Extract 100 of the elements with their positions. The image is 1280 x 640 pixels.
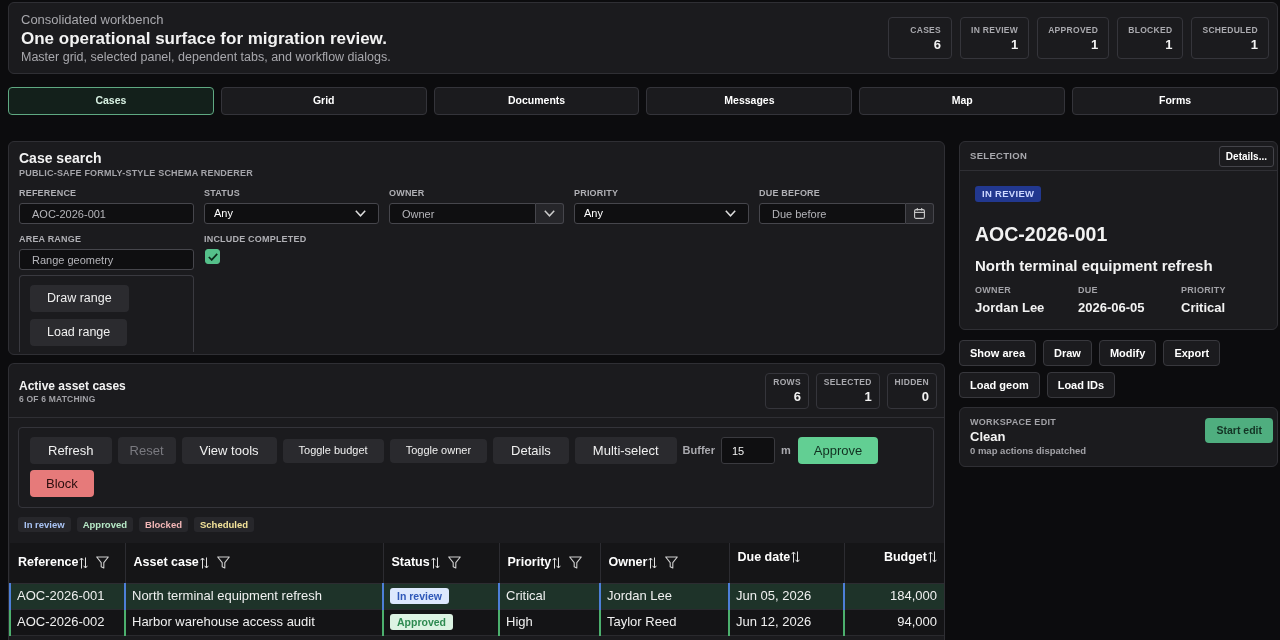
- date-field[interactable]: Due before: [759, 203, 906, 224]
- table-row[interactable]: AOC-2026-001 North terminal equipment refresh In review Critical Jordan Lee Jun 05, 2026 184,000: [10, 583, 944, 609]
- stat-value: 1: [1090, 36, 1099, 53]
- status-tag: IN REVIEW: [975, 186, 1042, 202]
- case-reference: AOC-2026-001: [975, 221, 1109, 246]
- select-dropdown[interactable]: Any: [204, 203, 379, 224]
- filter-icon[interactable]: [447, 556, 461, 570]
- action-button[interactable]: Load geom: [959, 372, 1040, 398]
- field-label: DUE BEFORE: [759, 187, 821, 199]
- action-button[interactable]: Draw: [1043, 340, 1092, 366]
- status-tag: In review: [390, 588, 449, 605]
- stat-value: 0: [920, 388, 929, 405]
- field-label: PRIORITY: [574, 187, 620, 199]
- toolbar-button[interactable]: Multi-select: [574, 437, 677, 464]
- sort-icon[interactable]: [648, 556, 658, 569]
- field-label: Buffer: [682, 443, 715, 459]
- panel-title: Case search: [19, 149, 103, 167]
- legend-tag: Scheduled: [194, 517, 255, 532]
- panel-subtitle: 6 OF 6 MATCHING: [19, 393, 97, 404]
- sort-icon[interactable]: [552, 556, 562, 569]
- meta-label: PRIORITY: [1181, 284, 1227, 296]
- sort-icon[interactable]: [791, 551, 801, 564]
- stat-value: 1: [1009, 36, 1019, 53]
- action-button[interactable]: Export: [1163, 340, 1221, 366]
- tab[interactable]: Messages: [646, 87, 853, 115]
- action-button[interactable]: Show area: [959, 340, 1037, 366]
- field-label: REFERENCE: [19, 187, 78, 199]
- range-button[interactable]: Load range: [30, 319, 128, 346]
- table-cell: Harbor warehouse access audit: [125, 609, 383, 635]
- toolbar-button[interactable]: Refresh: [30, 437, 112, 464]
- stat-label: APPROVED: [1048, 25, 1099, 36]
- details-button[interactable]: Details...: [1218, 145, 1274, 167]
- range-button[interactable]: Draw range: [30, 285, 129, 312]
- buffer-field[interactable]: 15: [720, 437, 775, 464]
- stat-label: HIDDEN: [894, 377, 929, 388]
- action-button[interactable]: Load IDs: [1046, 372, 1116, 398]
- table-row[interactable]: AOC-2026-002 Harbor warehouse access audit Approved High Taylor Reed Jun 12, 2026 94,000: [10, 609, 944, 635]
- sort-icon[interactable]: [928, 551, 937, 564]
- meta-label: OWNER: [975, 284, 1012, 296]
- tab[interactable]: Grid: [220, 87, 427, 115]
- checkbox[interactable]: [205, 249, 220, 264]
- stat-label: CASES: [909, 25, 942, 36]
- stat-value: 1: [863, 388, 872, 405]
- filter-icon[interactable]: [96, 556, 110, 570]
- text-field[interactable]: AOC-2026-001: [19, 203, 194, 224]
- stat-value: 6: [932, 36, 942, 53]
- sort-icon[interactable]: [79, 556, 89, 569]
- calendar-icon: [914, 208, 925, 219]
- meta-value: 2026-06-05: [1078, 298, 1146, 316]
- tab[interactable]: Cases: [8, 87, 214, 115]
- stat-label: SCHEDULED: [1202, 25, 1258, 36]
- workspace-note: 0 map actions dispatched: [970, 445, 1087, 457]
- tab[interactable]: Forms: [1072, 87, 1278, 115]
- field-label: AREA RANGE: [19, 233, 83, 245]
- column-header[interactable]: Owner: [608, 553, 648, 573]
- start-edit-button[interactable]: Start edit: [1205, 418, 1273, 443]
- meta-value: Critical: [1181, 298, 1227, 316]
- sort-icon[interactable]: [430, 556, 440, 569]
- tab[interactable]: Documents: [433, 87, 640, 115]
- filter-icon[interactable]: [216, 556, 230, 570]
- tab[interactable]: Map: [859, 87, 1066, 115]
- legend-tag: In review: [18, 517, 71, 532]
- table-cell: Jun 12, 2026: [729, 609, 844, 635]
- stat-value: 1: [1164, 36, 1173, 53]
- panel-title: WORKSPACE EDIT: [970, 417, 1058, 428]
- dropdown-toggle-button[interactable]: [536, 203, 564, 224]
- field-label: OWNER: [389, 187, 426, 199]
- status-tag: Approved: [390, 614, 453, 631]
- filter-icon[interactable]: [569, 556, 583, 570]
- table-cell: Taylor Reed: [600, 609, 729, 635]
- stat-label: IN REVIEW: [971, 25, 1019, 36]
- panel-subtitle: PUBLIC-SAFE FORMLY-STYLE SCHEMA RENDERER: [19, 167, 254, 179]
- range-field[interactable]: Range geometry: [19, 249, 194, 270]
- filter-icon[interactable]: [665, 556, 679, 570]
- stat-label: SELECTED: [823, 377, 872, 388]
- toolbar-button[interactable]: Details: [493, 437, 569, 464]
- chevron-down-icon: [544, 210, 555, 217]
- sort-icon[interactable]: [199, 556, 209, 569]
- column-header[interactable]: Asset case: [133, 553, 199, 573]
- column-header[interactable]: Status: [391, 553, 430, 573]
- chevron-down-icon: [725, 210, 736, 217]
- meta-value: Jordan Lee: [975, 298, 1046, 316]
- workspace-state: Clean: [970, 428, 1007, 445]
- stat-value: 1: [1249, 36, 1258, 53]
- stat-value: 6: [792, 388, 801, 405]
- panel-title: SELECTION: [970, 148, 1028, 163]
- select-dropdown[interactable]: Any: [574, 203, 749, 224]
- stat-label: BLOCKED: [1128, 25, 1173, 36]
- toolbar-button[interactable]: Toggle budget: [282, 438, 384, 463]
- toolbar-button[interactable]: View tools: [181, 437, 277, 464]
- combo-field[interactable]: Owner: [389, 203, 536, 224]
- calendar-button[interactable]: [906, 203, 934, 224]
- chevron-down-icon: [355, 210, 366, 217]
- approve-button[interactable]: Approve: [797, 437, 879, 464]
- action-button[interactable]: Modify: [1098, 340, 1157, 366]
- table-cell: AOC-2026-002: [10, 609, 125, 635]
- toolbar-button[interactable]: Toggle owner: [389, 438, 488, 463]
- field-label: STATUS: [204, 187, 241, 199]
- block-button[interactable]: Block: [30, 470, 94, 497]
- table-cell: High: [499, 609, 600, 635]
